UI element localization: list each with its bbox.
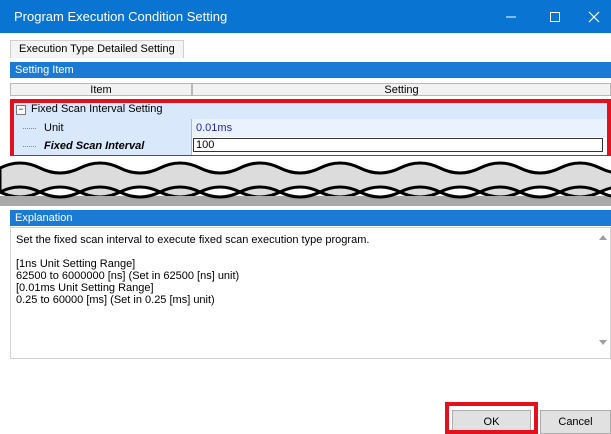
close-icon [588, 11, 600, 22]
minimize-button[interactable] [489, 0, 533, 33]
explanation-header: Explanation [10, 210, 611, 226]
title-bar: Program Execution Condition Setting [0, 0, 611, 33]
close-button[interactable] [577, 0, 611, 33]
tab-execution-type-detailed-setting[interactable]: Execution Type Detailed Setting [10, 40, 184, 58]
scroll-down-icon [599, 340, 607, 345]
column-header-setting: Setting [192, 83, 611, 96]
minimize-icon [506, 16, 516, 17]
explanation-text: Set the fixed scan interval to execute f… [16, 234, 370, 306]
scroll-up-icon [599, 235, 607, 240]
column-header-item: Item [10, 83, 192, 96]
maximize-button[interactable] [533, 0, 577, 33]
highlight-frame-ok [445, 402, 538, 434]
cancel-button[interactable]: Cancel [540, 410, 611, 434]
highlight-frame-settings [10, 99, 611, 159]
window-title: Program Execution Condition Setting [14, 9, 228, 24]
maximize-icon [550, 11, 560, 22]
setting-item-header: Setting Item [10, 62, 611, 78]
scrollbar-arrows [599, 235, 607, 345]
omission-break-wave [0, 156, 611, 206]
explanation-scrollbar[interactable] [596, 228, 610, 358]
explanation-panel: Set the fixed scan interval to execute f… [10, 227, 611, 359]
